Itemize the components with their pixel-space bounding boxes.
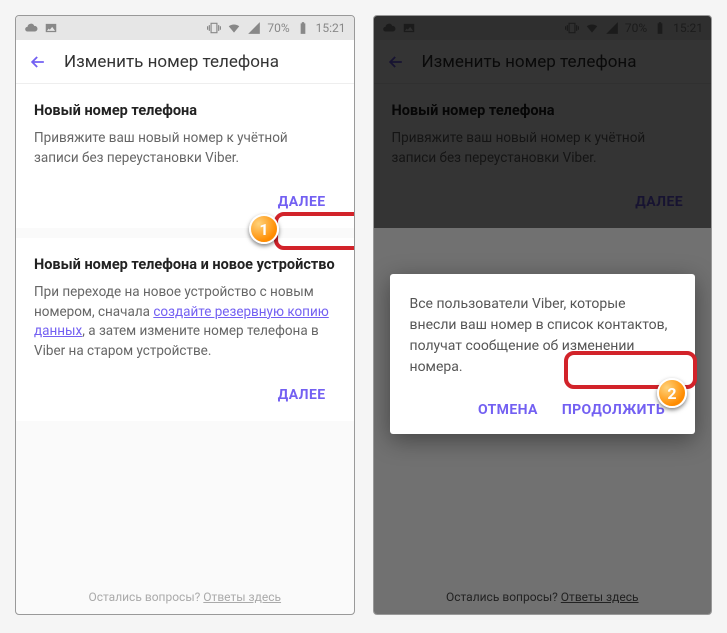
dialog-body: Все пользователи Viber, которые внесли в… xyxy=(410,294,676,378)
battery-icon xyxy=(296,21,310,35)
cancel-button[interactable]: ОТМЕНА xyxy=(468,394,548,426)
card-title: Новый номер телефона и новое устройство xyxy=(34,256,336,273)
clock-text: 15:21 xyxy=(316,21,346,35)
card-new-device: Новый номер телефона и новое устройство … xyxy=(16,238,354,421)
vibrate-icon xyxy=(207,21,221,35)
next-button-2[interactable]: ДАЛЕЕ xyxy=(268,379,336,411)
answers-link[interactable]: Ответы здесь xyxy=(203,590,281,604)
image-icon xyxy=(44,21,58,35)
page-title: Изменить номер телефона xyxy=(64,52,279,72)
card-body: Привяжите ваш новый номер к учётной запи… xyxy=(34,129,336,168)
continue-button[interactable]: ПРОДОЛЖИТЬ xyxy=(552,394,675,426)
status-bar: 70% 15:21 xyxy=(16,16,354,40)
annotation-badge-1: 1 xyxy=(249,214,279,244)
screenshot-left: 70% 15:21 Изменить номер телефона Новый … xyxy=(15,15,355,615)
card-new-number: Новый номер телефона Привяжите ваш новый… xyxy=(16,84,354,228)
confirm-dialog: Все пользователи Viber, которые внесли в… xyxy=(390,274,696,434)
footer-help: Остались вопросы? Ответы здесь xyxy=(16,580,354,614)
annotation-badge-2: 2 xyxy=(657,378,687,408)
battery-text: 70% xyxy=(267,21,289,35)
app-bar: Изменить номер телефона xyxy=(16,40,354,84)
wifi-icon xyxy=(227,21,241,35)
screenshot-right: 70% 15:21 Изменить номер телефона Новый … xyxy=(373,15,713,615)
back-arrow-icon[interactable] xyxy=(28,52,48,72)
card-title: Новый номер телефона xyxy=(34,102,336,119)
next-button-1[interactable]: ДАЛЕЕ xyxy=(268,186,336,218)
signal-icon xyxy=(247,21,261,35)
cloud-icon xyxy=(24,21,38,35)
card-body: При переходе на новое устройство с новым… xyxy=(34,283,336,361)
